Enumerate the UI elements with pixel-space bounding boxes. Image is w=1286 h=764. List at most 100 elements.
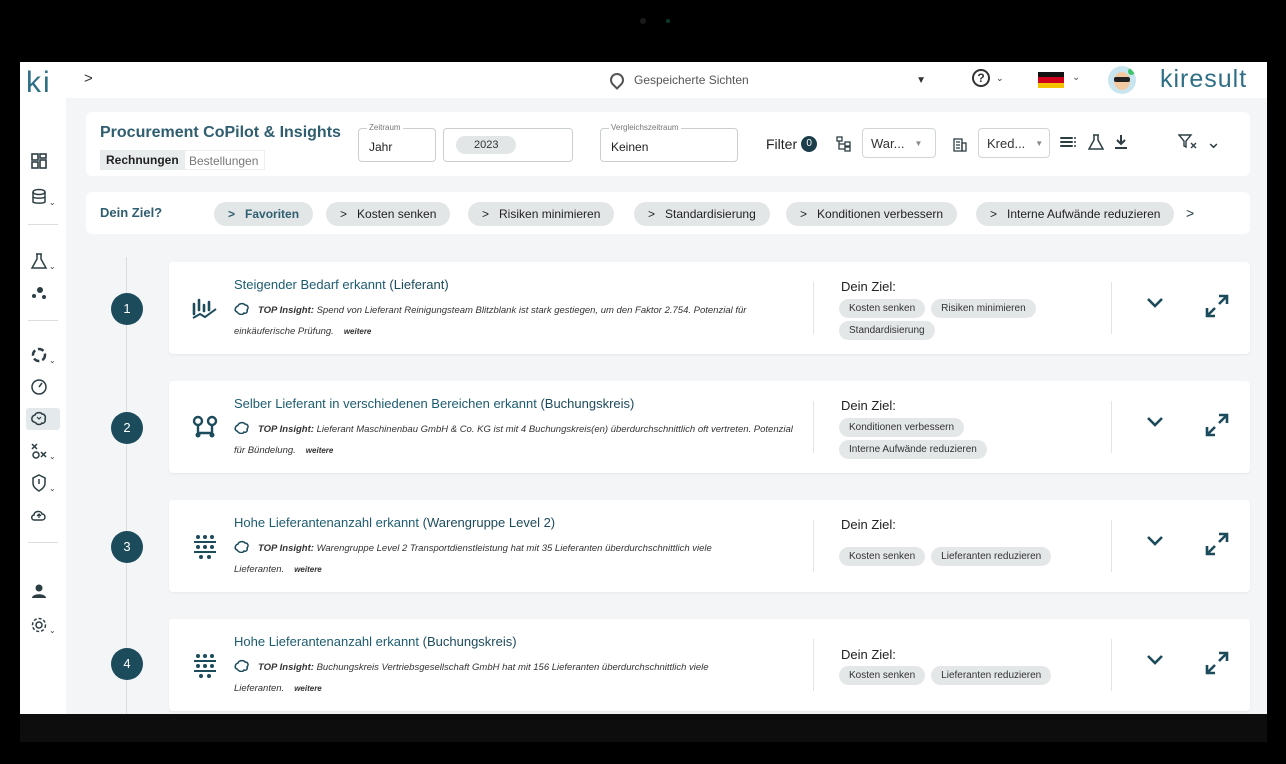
expand-sidebar-button[interactable]: >	[84, 70, 93, 87]
scatter-dots-icon[interactable]	[30, 282, 56, 304]
insight-card-1[interactable]: Steigender Bedarf erkannt (Lieferant) TO…	[169, 262, 1250, 354]
divider	[813, 520, 814, 572]
scroll-right-chevron-icon[interactable]: >	[1186, 205, 1194, 221]
insight-title[interactable]: Hohe Lieferantenanzahl erkannt (Buchungs…	[234, 634, 517, 649]
more-link[interactable]: weitere	[306, 446, 334, 455]
zeitraum-value: Jahr	[369, 140, 393, 154]
loading-circle-icon[interactable]: ⌄	[30, 344, 56, 366]
more-link[interactable]: weitere	[294, 565, 322, 574]
collapse-bar-chevron-icon[interactable]: ⌄	[1206, 132, 1221, 153]
cloud-upload-icon[interactable]	[30, 504, 56, 526]
insight-number-badge: 3	[111, 531, 143, 563]
zeitraum-label: Zeitraum	[367, 123, 403, 132]
expand-chevron-icon[interactable]	[1145, 653, 1165, 671]
user-icon[interactable]	[30, 580, 56, 602]
divider	[813, 401, 814, 453]
shield-icon[interactable]: ⌄	[30, 472, 56, 494]
location-pin-icon	[607, 70, 627, 90]
insight-title[interactable]: Hohe Lieferantenanzahl erkannt (Warengru…	[234, 515, 555, 530]
goal-chip-standardisierung[interactable]: > Standardisierung	[634, 202, 770, 226]
clear-filter-icon[interactable]	[1177, 134, 1198, 153]
divider	[1111, 520, 1112, 572]
card-goal-title: Dein Ziel:	[841, 647, 896, 662]
insight-text: TOP Insight: Warengruppe Level 2 Transpo…	[234, 538, 794, 580]
hierarchy-icon[interactable]	[836, 136, 852, 155]
language-chevron-icon[interactable]: ⌄	[1072, 72, 1080, 83]
insight-number-badge: 1	[111, 293, 143, 325]
goal-chip-favoriten[interactable]: > Favoriten	[214, 202, 314, 226]
fullscreen-icon[interactable]	[1203, 411, 1231, 439]
database-icon[interactable]: ⌄	[30, 186, 56, 208]
zeitraum-select[interactable]: Zeitraum Jahr	[358, 123, 436, 162]
warengruppe-value: War...	[871, 135, 905, 151]
expand-chevron-icon[interactable]	[1145, 415, 1165, 433]
page-title: Procurement CoPilot & Insights	[100, 124, 341, 141]
insight-card-2[interactable]: Selber Lieferant in verschiedenen Bereic…	[169, 381, 1250, 473]
goal-tags: Kosten senken Lieferanten reduzieren	[839, 665, 1059, 687]
insight-title[interactable]: Selber Lieferant in verschiedenen Bereic…	[234, 396, 634, 411]
cross-check-icon[interactable]: ⌄	[30, 440, 56, 462]
insight-card-3[interactable]: Hohe Lieferantenanzahl erkannt (Warengru…	[169, 500, 1250, 592]
building-icon[interactable]	[952, 136, 968, 155]
goal-bar: Dein Ziel? > Favoriten > Kosten senken > Ri…	[86, 192, 1250, 234]
vergleichszeitraum-select[interactable]: Vergleichszeitraum Keinen	[600, 123, 738, 162]
app-logo: ki	[26, 66, 52, 99]
goal-chip-interne-aufwaende-reduzieren[interactable]: > Interne Aufwände reduzieren	[976, 202, 1175, 226]
goal-tag: Interne Aufwände reduzieren	[839, 440, 987, 459]
more-link[interactable]: weitere	[344, 327, 372, 336]
goal-label: Dein Ziel?	[100, 205, 163, 220]
flask-icon[interactable]: ⌄	[30, 250, 56, 272]
chevron-down-icon: ▼	[916, 74, 926, 86]
fullscreen-icon[interactable]	[1203, 292, 1231, 320]
user-avatar[interactable]	[1108, 66, 1136, 94]
card-goal-title: Dein Ziel:	[841, 517, 896, 532]
year-select[interactable]: 2023	[443, 128, 573, 162]
supplier-count-icon	[194, 535, 216, 559]
brain-insight-icon	[234, 659, 249, 672]
help-icon: ?	[972, 69, 990, 87]
brand-logo: kiresult	[1160, 65, 1248, 93]
list-icon[interactable]	[1060, 134, 1078, 153]
dashboard-icon[interactable]	[30, 150, 56, 172]
expand-chevron-icon[interactable]	[1145, 296, 1165, 314]
goal-tag: Kosten senken	[839, 547, 926, 566]
kreditor-select[interactable]: Kred... ▼	[978, 128, 1050, 158]
goal-tag: Risiken minimieren	[931, 299, 1036, 318]
help-menu[interactable]: ? ⌄	[972, 69, 1004, 87]
goal-chip-konditionen-verbessern[interactable]: > Konditionen verbessern	[786, 202, 958, 226]
insights-brain-icon[interactable]	[26, 408, 60, 430]
goal-chip-risiken-minimieren[interactable]: > Risiken minimieren	[468, 202, 615, 226]
fullscreen-icon[interactable]	[1203, 530, 1231, 558]
sidebar: ⌄ ⌄ ⌄ ⌄ ⌄ ⌄	[20, 98, 66, 714]
goal-chip-kosten-senken[interactable]: > Kosten senken	[326, 202, 451, 226]
divider	[1111, 639, 1112, 691]
insight-card-4[interactable]: Hohe Lieferantenanzahl erkannt (Buchungs…	[169, 619, 1250, 711]
fullscreen-icon[interactable]	[1203, 649, 1231, 677]
chevron-down-icon: ⌄	[996, 72, 1004, 83]
flask-icon[interactable]	[1087, 133, 1105, 154]
filter-button[interactable]: Filter 0	[766, 136, 818, 152]
warengruppe-select[interactable]: War... ▼	[862, 128, 936, 158]
kreditor-value: Kred...	[987, 135, 1026, 151]
download-icon[interactable]	[1114, 133, 1128, 154]
goal-tags: Konditionen verbessern Interne Aufwände r…	[839, 417, 1059, 461]
filter-count-badge: 0	[801, 136, 818, 152]
insight-title[interactable]: Steigender Bedarf erkannt (Lieferant)	[234, 277, 449, 292]
filter-label: Filter	[766, 136, 798, 152]
vergleichszeitraum-label: Vergleichszeitraum	[609, 123, 681, 132]
settings-gear-icon[interactable]: ⌄	[30, 614, 56, 636]
saved-views-select[interactable]: Gespeicherte Sichten ▼	[598, 66, 938, 94]
expand-chevron-icon[interactable]	[1145, 534, 1165, 552]
brain-insight-icon	[234, 302, 249, 315]
insight-number-badge: 4	[111, 648, 143, 680]
german-flag-icon[interactable]	[1038, 72, 1064, 88]
more-link[interactable]: weitere	[294, 684, 322, 693]
gauge-icon[interactable]	[30, 376, 56, 398]
tab-bestellungen[interactable]: Bestellungen	[182, 150, 266, 170]
app-screen: ki > Gespeicherte Sichten ▼ ? ⌄ ⌄ kiresu…	[20, 62, 1267, 714]
supplier-count-icon	[194, 654, 216, 678]
tab-rechnungen[interactable]: Rechnungen	[100, 150, 185, 170]
insight-number-badge: 2	[111, 412, 143, 444]
saved-views-placeholder: Gespeicherte Sichten	[634, 73, 749, 87]
brain-insight-icon	[234, 421, 249, 434]
